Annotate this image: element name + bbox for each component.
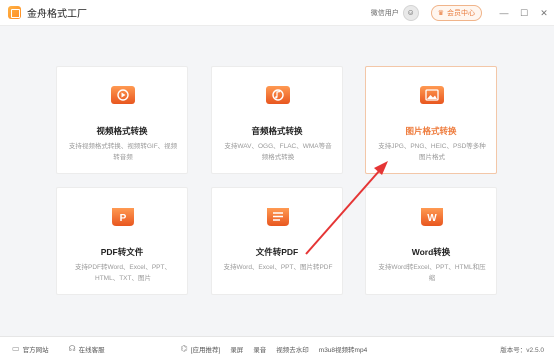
card-file-to-pdf[interactable]: 文件转PDF 支持Word、Excel、PPT、图片转PDF <box>211 187 343 295</box>
card-title: 图片格式转换 <box>405 126 457 136</box>
card-pdf-to-file[interactable]: P PDF转文件 支持PDF转Word、Excel、PPT、HTML、TXT、图… <box>56 187 188 295</box>
version-info: 版本号：v2.5.0 <box>500 344 544 354</box>
official-website-label: 官方网站 <box>22 346 49 354</box>
version-number: v2.5.0 <box>526 346 544 354</box>
svg-text:P: P <box>120 213 127 224</box>
card-title: 文件转PDF <box>255 247 299 257</box>
card-title: PDF转文件 <box>100 247 144 257</box>
audio-icon <box>266 86 290 104</box>
avatar[interactable]: ☺ <box>402 4 419 21</box>
status-bar: ▭ 官方网站 ☊ 在线客服 ⌬ [应用推荐] 录屏 录音 视频去水印 m3u8视… <box>0 336 554 360</box>
card-title: 视频格式转换 <box>96 126 148 136</box>
card-description: 支持视频格式转换、视频转GIF、视频转音频 <box>68 143 178 161</box>
maximize-button[interactable]: ☐ <box>514 0 534 26</box>
link-remove-watermark[interactable]: 视频去水印 <box>276 344 309 354</box>
app-recommend-label: [应用推荐] <box>190 346 221 354</box>
link-audio-record[interactable]: 录音 <box>253 344 266 354</box>
official-website-link[interactable]: ▭ 官方网站 <box>12 344 49 354</box>
online-support-link[interactable]: ☊ 在线客服 <box>69 344 105 354</box>
image-icon <box>420 86 444 104</box>
card-description: 支持JPG、PNG、HEIC、PSD等多种图片格式 <box>378 143 486 161</box>
link-screen-record[interactable]: 录屏 <box>230 344 243 354</box>
app-title: 金舟格式工厂 <box>27 9 87 20</box>
app-logo-icon <box>8 6 21 19</box>
file-to-pdf-icon <box>267 208 289 226</box>
link-m3u8-to-mp4[interactable]: m3u8视频转mp4 <box>319 344 367 354</box>
title-bar: 金舟格式工厂 微信用户 ☺ ♛ 会员中心 — ☐ ✕ <box>0 0 554 26</box>
member-center-button[interactable]: ♛ 会员中心 <box>430 4 482 21</box>
version-label: 版本号： <box>500 346 527 354</box>
app-recommend[interactable]: ⌬ [应用推荐] <box>181 344 221 354</box>
card-description: 支持WAV、OGG、FLAC、WMA等音频格式转换 <box>224 143 332 161</box>
user-name[interactable]: 微信用户 <box>371 8 399 18</box>
card-description: 支持Word、Excel、PPT、图片转PDF <box>223 264 333 271</box>
tag-icon: ⌬ <box>180 344 188 353</box>
minimize-button[interactable]: — <box>494 0 514 26</box>
word-icon: W <box>421 208 443 226</box>
annotation-arrow <box>305 161 388 255</box>
card-word-convert[interactable]: W Word转换 支持Word转Excel、PPT、HTML和压缩 <box>365 187 497 295</box>
card-title: Word转换 <box>411 247 451 257</box>
card-description: 支持PDF转Word、Excel、PPT、HTML、TXT、图片 <box>75 264 171 282</box>
online-support-label: 在线客服 <box>78 346 105 354</box>
pdf-icon: P <box>112 208 134 226</box>
card-audio-convert[interactable]: 音频格式转换 支持WAV、OGG、FLAC、WMA等音频格式转换 <box>211 66 343 174</box>
card-video-convert[interactable]: 视频格式转换 支持视频格式转换、视频转GIF、视频转音频 <box>56 66 188 174</box>
crown-icon: ♛ <box>437 9 444 17</box>
card-image-convert[interactable]: 图片格式转换 支持JPG、PNG、HEIC、PSD等多种图片格式 <box>365 66 497 174</box>
svg-text:W: W <box>427 213 437 224</box>
card-description: 支持Word转Excel、PPT、HTML和压缩 <box>378 264 486 282</box>
member-center-label: 会员中心 <box>447 9 475 17</box>
card-title: 音频格式转换 <box>251 126 303 136</box>
headset-icon: ☊ <box>68 344 76 353</box>
monitor-icon: ▭ <box>12 344 20 353</box>
close-button[interactable]: ✕ <box>534 0 554 26</box>
video-icon <box>111 86 135 104</box>
